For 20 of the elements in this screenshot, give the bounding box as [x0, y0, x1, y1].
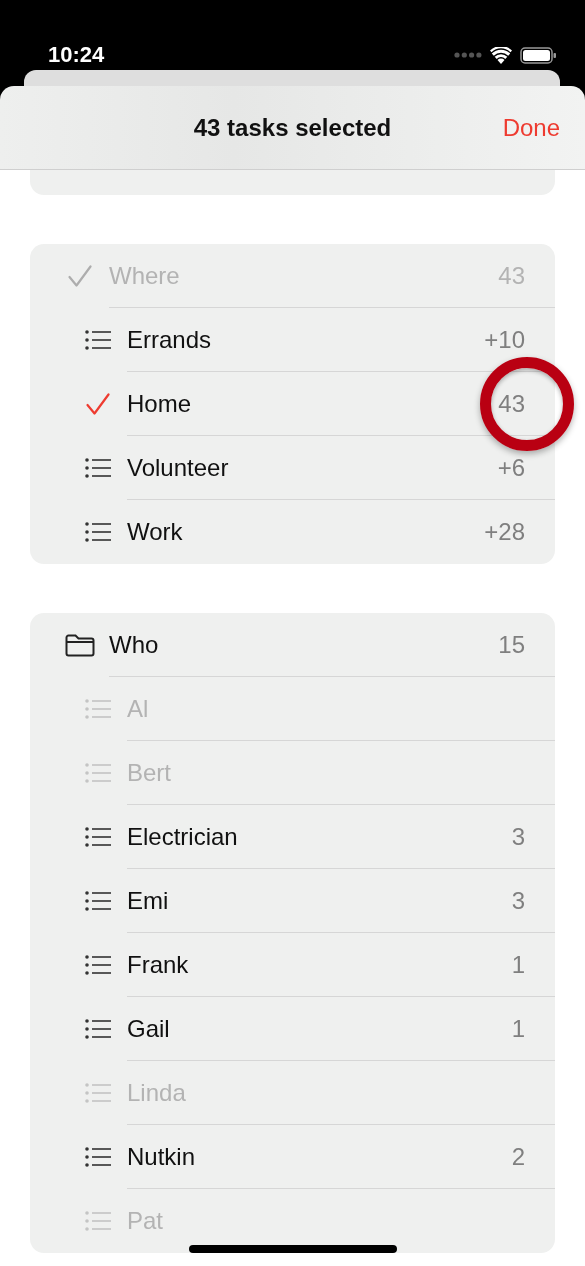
list-name[interactable]: Nutkin: [127, 1141, 196, 1172]
list-name[interactable]: Who: [109, 629, 159, 660]
status-time: 10:24: [48, 42, 105, 68]
task-count: 43: [498, 260, 526, 291]
task-count: 1: [511, 1013, 526, 1044]
task-count: +6: [497, 452, 526, 483]
list-name[interactable]: Gail: [127, 1013, 170, 1044]
task-count: 3: [511, 885, 526, 916]
done-button[interactable]: Done: [502, 109, 560, 146]
task-count: 15: [498, 629, 526, 660]
task-count: 1: [511, 949, 526, 980]
list-name[interactable]: Electrician: [127, 821, 238, 852]
task-count: 3: [511, 821, 526, 852]
list-name[interactable]: Emi: [127, 885, 169, 916]
task-count: 43: [498, 388, 526, 419]
header-title: 43 tasks selected: [193, 112, 392, 143]
task-count: 2: [511, 1141, 526, 1172]
task-count: +28: [484, 517, 526, 547]
task-count: +10: [484, 324, 526, 355]
list-name[interactable]: Frank: [127, 949, 189, 980]
